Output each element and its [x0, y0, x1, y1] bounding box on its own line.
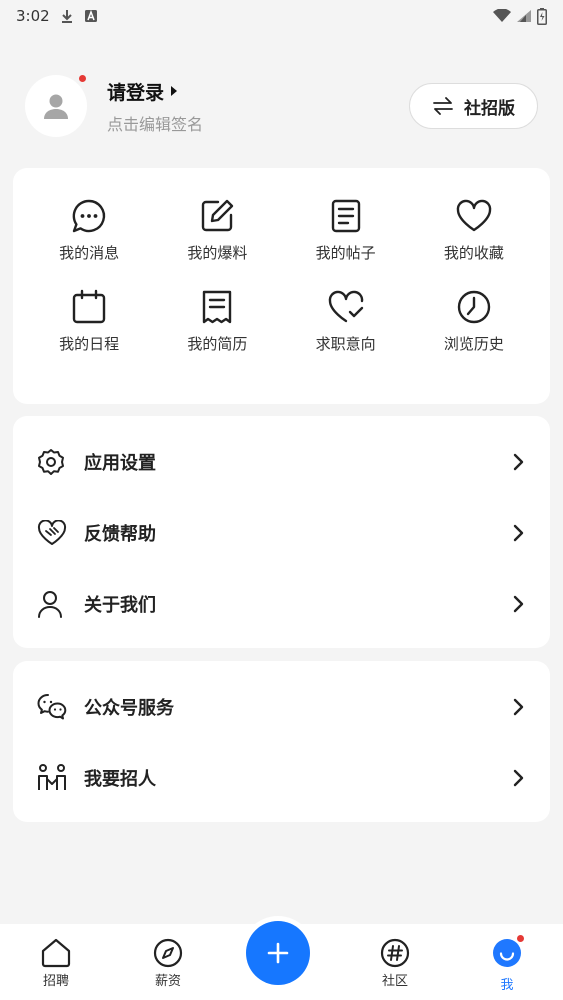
nav-label: 我: [500, 978, 514, 993]
menu-label: 我要招人: [84, 768, 156, 790]
nav-item-me[interactable]: 我: [451, 924, 563, 993]
service-menu-card: 公众号服务 我要招人: [13, 661, 550, 822]
nav-label: 薪资: [154, 974, 181, 989]
grid-item-favorites[interactable]: 我的收藏: [410, 198, 538, 263]
notification-dot: [79, 75, 86, 82]
menu-label: 反馈帮助: [84, 523, 156, 545]
chevron-right-icon: [513, 769, 524, 786]
menu-item-wechat-service[interactable]: 公众号服务: [13, 671, 550, 742]
chat-bubble-icon: [72, 199, 106, 233]
grid-item-messages[interactable]: 我的消息: [25, 198, 153, 263]
heart-icon: [456, 199, 492, 232]
grid-label: 我的日程: [59, 335, 120, 353]
menu-item-feedback[interactable]: 反馈帮助: [13, 497, 550, 568]
grid-item-resume[interactable]: 我的简历: [153, 289, 281, 354]
gear-icon: [38, 448, 64, 475]
status-time: 3:02: [16, 7, 50, 25]
login-label: 请登录: [107, 81, 165, 104]
wechat-icon: [37, 693, 67, 719]
plus-icon: [267, 942, 289, 964]
grid-label: 我的收藏: [443, 244, 504, 262]
nav-label: 招聘: [42, 974, 69, 989]
grid-item-posts[interactable]: 我的帖子: [282, 198, 410, 263]
heart-check-icon: [328, 290, 363, 323]
handshake-heart-icon: [37, 519, 67, 545]
menu-item-about[interactable]: 关于我们: [13, 568, 550, 639]
menu-label: 关于我们: [84, 594, 156, 616]
menu-label: 应用设置: [84, 452, 156, 474]
calendar-icon: [72, 289, 106, 324]
grid-item-schedule[interactable]: 我的日程: [25, 289, 153, 354]
battery-icon: [537, 7, 547, 25]
edit-icon: [202, 199, 234, 232]
login-link[interactable]: 请登录: [107, 78, 203, 105]
menu-label: 公众号服务: [84, 697, 174, 719]
nav-item-jobs[interactable]: 招聘: [0, 924, 112, 989]
mode-switch-label: 社招版: [464, 98, 515, 119]
chevron-right-icon: [513, 595, 524, 612]
grid-label: 我的帖子: [315, 244, 376, 262]
grid-label: 我的消息: [59, 244, 120, 262]
chevron-right-icon: [513, 524, 524, 541]
download-icon: [61, 10, 72, 23]
wifi-icon: [493, 9, 511, 22]
signal-icon: [517, 10, 531, 22]
chevron-right-icon: [513, 698, 524, 715]
swap-icon: [433, 97, 453, 115]
profile-header: 请登录 点击编辑签名 社招版: [25, 74, 538, 138]
keyboard-a-icon: [84, 9, 97, 22]
grid-item-tips[interactable]: 我的爆料: [153, 198, 281, 263]
caret-right-icon: [171, 86, 178, 96]
avatar[interactable]: [25, 75, 87, 137]
clock-icon: [457, 290, 491, 324]
hashtag-icon: [380, 938, 410, 968]
recruit-icon: [38, 763, 66, 790]
menu-item-recruit[interactable]: 我要招人: [13, 742, 550, 813]
person-icon: [38, 590, 62, 618]
nav-item-salary[interactable]: 薪资: [112, 924, 224, 989]
resume-icon: [203, 290, 232, 324]
settings-menu-card: 应用设置 反馈帮助 关于我们: [13, 416, 550, 648]
status-bar: 3:02: [0, 0, 563, 32]
grid-item-job-intent[interactable]: 求职意向: [282, 289, 410, 354]
notification-dot: [517, 935, 524, 942]
grid-label: 浏览历史: [443, 335, 504, 353]
compass-icon: [153, 938, 183, 968]
signature-text[interactable]: 点击编辑签名: [107, 111, 203, 135]
grid-label: 我的爆料: [187, 244, 248, 262]
chevron-right-icon: [513, 453, 524, 470]
mode-switch-button[interactable]: 社招版: [409, 83, 538, 129]
create-post-button[interactable]: [246, 921, 310, 985]
smile-icon: [493, 939, 521, 967]
grid-label: 求职意向: [315, 335, 376, 353]
nav-label: 社区: [381, 974, 408, 989]
grid-item-history[interactable]: 浏览历史: [410, 289, 538, 354]
home-icon: [41, 938, 71, 968]
document-icon: [331, 199, 360, 233]
nav-item-community[interactable]: 社区: [339, 924, 451, 989]
bottom-navigation: 招聘 薪资 社区 我: [0, 921, 563, 1000]
default-avatar-icon: [44, 94, 68, 119]
menu-item-app-settings[interactable]: 应用设置: [13, 426, 550, 497]
quick-actions-card: 我的消息 我的爆料 我的帖子 我的收藏 我的日程 我的简历 求职意向 浏览历史: [13, 168, 550, 404]
grid-label: 我的简历: [187, 335, 248, 353]
